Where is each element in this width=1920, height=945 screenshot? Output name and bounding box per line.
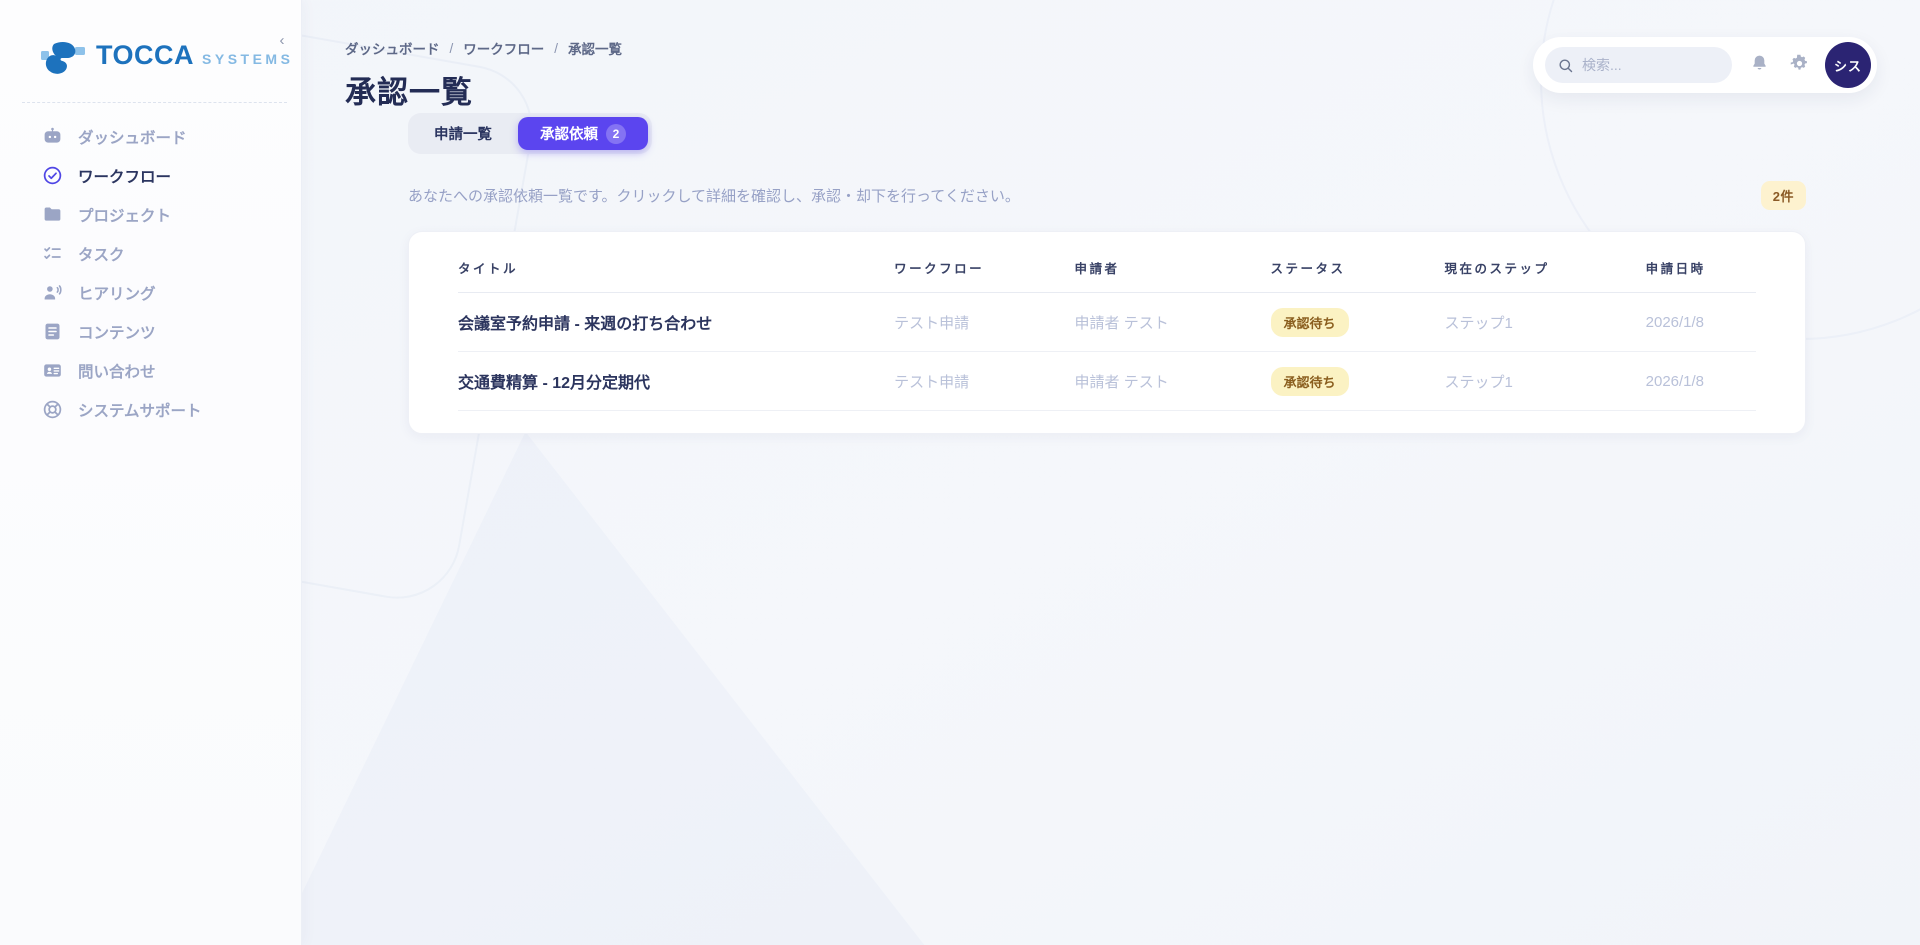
sidebar-item-support[interactable]: システムサポート bbox=[0, 390, 301, 429]
support-lifering-icon bbox=[42, 399, 63, 420]
cell-applicant: 申請者 テスト bbox=[1075, 293, 1271, 352]
gear-icon bbox=[1789, 53, 1810, 74]
brand-logo-icon bbox=[40, 40, 86, 80]
workflow-icon bbox=[42, 165, 63, 186]
task-checklist-icon bbox=[42, 243, 63, 264]
sidebar-item-contact[interactable]: 問い合わせ bbox=[0, 351, 301, 390]
cell-date: 2026/1/8 bbox=[1646, 293, 1756, 352]
sidebar-nav: ダッシュボード ワークフロー プロジェクト タスク ヒアリング bbox=[0, 117, 301, 429]
search-icon bbox=[1557, 57, 1574, 74]
breadcrumb-separator: / bbox=[554, 41, 558, 56]
tab-count-badge: 2 bbox=[606, 124, 626, 144]
sidebar-item-workflow[interactable]: ワークフロー bbox=[0, 156, 301, 195]
table-header-row: タイトル ワークフロー 申請者 ステータス 現在のステップ 申請日時 bbox=[458, 258, 1756, 293]
project-folder-icon bbox=[42, 204, 63, 225]
sidebar-collapse-button[interactable]: ‹ bbox=[271, 30, 293, 52]
sidebar-item-content[interactable]: コンテンツ bbox=[0, 312, 301, 351]
breadcrumb-separator: / bbox=[450, 41, 454, 56]
col-submitted-at: 申請日時 bbox=[1646, 258, 1756, 293]
tab-label: 承認依頼 bbox=[540, 123, 598, 144]
tab-switcher: 申請一覧 承認依頼 2 bbox=[408, 113, 652, 154]
col-current-step: 現在のステップ bbox=[1444, 258, 1645, 293]
sidebar-item-task[interactable]: タスク bbox=[0, 234, 301, 273]
bell-icon bbox=[1749, 53, 1770, 74]
content-document-icon bbox=[42, 321, 63, 342]
cell-step: ステップ1 bbox=[1444, 352, 1645, 411]
brand-name: TOCCA bbox=[96, 40, 194, 71]
cell-date: 2026/1/8 bbox=[1646, 352, 1756, 411]
approvals-card: タイトル ワークフロー 申請者 ステータス 現在のステップ 申請日時 会議室予約… bbox=[408, 231, 1806, 434]
sidebar-item-label: タスク bbox=[78, 243, 125, 265]
sidebar-divider bbox=[22, 102, 287, 103]
settings-button[interactable] bbox=[1788, 53, 1811, 77]
contact-card-icon bbox=[42, 360, 63, 381]
search-input[interactable] bbox=[1582, 57, 1720, 73]
tab-applications[interactable]: 申請一覧 bbox=[412, 117, 514, 150]
content-column: 申請一覧 承認依頼 2 あなたへの承認依頼一覧です。クリックして詳細を確認し、承… bbox=[408, 113, 1806, 434]
sidebar-item-label: ワークフロー bbox=[78, 165, 171, 187]
breadcrumb-dashboard[interactable]: ダッシュボード bbox=[345, 38, 440, 58]
table-row[interactable]: 交通費精算 - 12月分定期代 テスト申請 申請者 テスト 承認待ち ステップ1… bbox=[458, 352, 1756, 411]
cell-workflow: テスト申請 bbox=[894, 293, 1074, 352]
col-status: ステータス bbox=[1271, 258, 1445, 293]
cell-title: 会議室予約申請 - 来週の打ち合わせ bbox=[458, 293, 894, 352]
sidebar-item-dashboard[interactable]: ダッシュボード bbox=[0, 117, 301, 156]
sidebar-item-project[interactable]: プロジェクト bbox=[0, 195, 301, 234]
sidebar-item-hearing[interactable]: ヒアリング bbox=[0, 273, 301, 312]
cell-step: ステップ1 bbox=[1444, 293, 1645, 352]
cell-status: 承認待ち bbox=[1271, 352, 1445, 411]
status-badge: 承認待ち bbox=[1271, 367, 1349, 396]
approvals-table: タイトル ワークフロー 申請者 ステータス 現在のステップ 申請日時 会議室予約… bbox=[458, 258, 1756, 411]
cell-status: 承認待ち bbox=[1271, 293, 1445, 352]
sidebar-item-label: ダッシュボード bbox=[78, 126, 187, 148]
hearing-person-icon bbox=[42, 282, 63, 303]
brand-suffix: SYSTEMS bbox=[202, 51, 293, 67]
cell-workflow: テスト申請 bbox=[894, 352, 1074, 411]
col-workflow: ワークフロー bbox=[894, 258, 1074, 293]
topbar: シス bbox=[1533, 37, 1877, 93]
page-head: ダッシュボード / ワークフロー / 承認一覧 承認一覧 bbox=[345, 38, 622, 112]
cell-applicant: 申請者 テスト bbox=[1075, 352, 1271, 411]
brand-logo: TOCCA SYSTEMS bbox=[0, 0, 301, 80]
main-area: シス ダッシュボード / ワークフロー / 承認一覧 承認一覧 申請一覧 承認依… bbox=[302, 0, 1920, 945]
dashboard-icon bbox=[42, 126, 63, 147]
result-count-badge: 2件 bbox=[1761, 181, 1806, 210]
col-applicant: 申請者 bbox=[1075, 258, 1271, 293]
sidebar: TOCCA SYSTEMS ‹ ダッシュボード ワークフロー プロジェクト bbox=[0, 0, 302, 945]
user-avatar[interactable]: シス bbox=[1825, 42, 1871, 88]
notifications-button[interactable] bbox=[1749, 53, 1772, 77]
col-title: タイトル bbox=[458, 258, 894, 293]
description-row: あなたへの承認依頼一覧です。クリックして詳細を確認し、承認・却下を行ってください… bbox=[408, 181, 1806, 210]
sidebar-item-label: プロジェクト bbox=[78, 204, 171, 226]
search-box bbox=[1545, 47, 1732, 83]
breadcrumb: ダッシュボード / ワークフロー / 承認一覧 bbox=[345, 38, 622, 58]
sidebar-item-label: システムサポート bbox=[78, 399, 202, 421]
breadcrumb-workflow[interactable]: ワークフロー bbox=[463, 38, 544, 58]
breadcrumb-current: 承認一覧 bbox=[568, 38, 622, 58]
page-title: 承認一覧 bbox=[345, 67, 622, 112]
cell-title: 交通費精算 - 12月分定期代 bbox=[458, 352, 894, 411]
tab-approval-requests[interactable]: 承認依頼 2 bbox=[518, 117, 648, 150]
sidebar-item-label: 問い合わせ bbox=[78, 360, 156, 382]
sidebar-item-label: ヒアリング bbox=[78, 282, 156, 304]
status-badge: 承認待ち bbox=[1271, 308, 1349, 337]
table-row[interactable]: 会議室予約申請 - 来週の打ち合わせ テスト申請 申請者 テスト 承認待ち ステ… bbox=[458, 293, 1756, 352]
tab-label: 申請一覧 bbox=[434, 123, 492, 144]
page-description: あなたへの承認依頼一覧です。クリックして詳細を確認し、承認・却下を行ってください… bbox=[408, 185, 1020, 206]
sidebar-item-label: コンテンツ bbox=[78, 321, 156, 343]
